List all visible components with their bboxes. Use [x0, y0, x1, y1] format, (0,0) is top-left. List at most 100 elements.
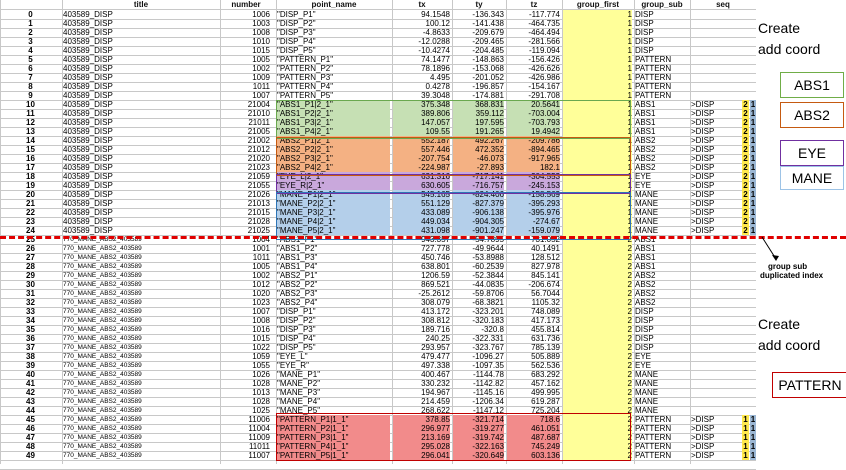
seq-cell[interactable]	[691, 82, 754, 91]
title-cell[interactable]: 770_MANE_ABS2_403589	[63, 451, 218, 460]
row-index[interactable]: 14	[1, 136, 60, 145]
ty-cell[interactable]: -141.438	[453, 19, 504, 28]
group-sub-cell[interactable]: PATTERN	[635, 415, 688, 424]
title-cell[interactable]: 770_MANE_ABS2_403589	[63, 307, 218, 316]
point-name-cell[interactable]: "DISP_P2"	[277, 316, 390, 325]
group-first-cell[interactable]: 2	[563, 379, 632, 388]
number-cell[interactable]: 1011	[221, 82, 270, 91]
row-index[interactable]: 5	[1, 55, 60, 64]
group-first-cell[interactable]: 2	[563, 271, 632, 280]
ty-cell[interactable]: -49.9644	[453, 244, 504, 253]
tz-cell[interactable]: 1105.32	[507, 298, 560, 307]
ty-cell[interactable]: -153.068	[453, 64, 504, 73]
tx-cell[interactable]: 330.232	[393, 379, 450, 388]
column-header[interactable]	[0, 0, 62, 9]
group-sub-cell[interactable]: PATTERN	[635, 91, 688, 100]
number-cell[interactable]: 11007	[221, 451, 270, 460]
group-sub-cell[interactable]: MANE	[635, 208, 688, 217]
point-name-cell[interactable]: "ABS2_P3"	[277, 289, 390, 298]
column-header[interactable]: tx	[392, 0, 452, 9]
number-cell[interactable]: 11006	[221, 415, 270, 424]
seq-cell[interactable]	[691, 298, 754, 307]
row-index[interactable]: 2	[1, 28, 60, 37]
number-cell[interactable]: 1005	[221, 55, 270, 64]
table-row[interactable]: 39 770_MANE_ABS2_403589 1055 "EYE_R" 497.338…	[0, 361, 756, 370]
seq-cell[interactable]	[691, 316, 754, 325]
tz-cell[interactable]: 631.736	[507, 334, 560, 343]
number-cell[interactable]: 1008	[221, 316, 270, 325]
number-cell[interactable]: 21002	[221, 136, 270, 145]
title-cell[interactable]: 403589_DISP	[63, 127, 218, 136]
tx-cell[interactable]: -25.2612	[393, 289, 450, 298]
row-index[interactable]: 21	[1, 199, 60, 208]
seq-cell[interactable]	[691, 37, 754, 46]
group-sub-cell[interactable]: ABS1	[635, 118, 688, 127]
seq-cell[interactable]	[691, 46, 754, 55]
table-row[interactable]: 34 770_MANE_ABS2_403589 1008 "DISP_P2" 308.8…	[0, 316, 756, 325]
table-row[interactable]: 33 770_MANE_ABS2_403589 1007 "DISP_P1" 413.1…	[0, 307, 756, 316]
title-cell[interactable]: 770_MANE_ABS2_403589	[63, 316, 218, 325]
number-cell[interactable]: 21004	[221, 100, 270, 109]
point-name-cell[interactable]: "ABS2_P2"	[277, 280, 390, 289]
group-first-cell[interactable]: 2	[563, 361, 632, 370]
table-row[interactable]: 36 770_MANE_ABS2_403589 1015 "DISP_P4" 240.2…	[0, 334, 756, 343]
group-sub-cell[interactable]: ABS2	[635, 280, 688, 289]
title-cell[interactable]: 403589_DISP	[63, 181, 218, 190]
tx-cell[interactable]: 100.12	[393, 19, 450, 28]
tz-cell[interactable]: -156.426	[507, 55, 560, 64]
row-index[interactable]: 30	[1, 280, 60, 289]
tz-cell[interactable]: -281.566	[507, 37, 560, 46]
tx-cell[interactable]: 74.1477	[393, 55, 450, 64]
number-cell[interactable]: 21020	[221, 154, 270, 163]
seq-cell[interactable]	[691, 19, 754, 28]
number-cell[interactable]: 1055	[221, 361, 270, 370]
title-cell[interactable]: 403589_DISP	[63, 73, 218, 82]
row-index[interactable]: 3	[1, 37, 60, 46]
group-sub-cell[interactable]: MANE	[635, 217, 688, 226]
title-cell[interactable]: 770_MANE_ABS2_403589	[63, 379, 218, 388]
table-row[interactable]: 35 770_MANE_ABS2_403589 1016 "DISP_P3" 189.7…	[0, 325, 756, 334]
title-cell[interactable]: 770_MANE_ABS2_403589	[63, 361, 218, 370]
row-index[interactable]: 43	[1, 397, 60, 406]
group-sub-cell[interactable]: ABS2	[635, 145, 688, 154]
group-sub-cell[interactable]: PATTERN	[635, 55, 688, 64]
group-sub-cell[interactable]: ABS1	[635, 100, 688, 109]
title-cell[interactable]: 770_MANE_ABS2_403589	[63, 298, 218, 307]
tx-cell[interactable]: -12.0288	[393, 37, 450, 46]
table-row[interactable]: 8 403589_DISP 1011 "PATTERN_P4" 0.4278 -196.8…	[0, 82, 756, 91]
table-row[interactable]: 26 770_MANE_ABS2_403589 1001 "ABS1_P2" 727.7…	[0, 244, 756, 253]
group-sub-cell[interactable]: MANE	[635, 199, 688, 208]
group-first-cell[interactable]: 2	[563, 334, 632, 343]
row-index[interactable]: 9	[1, 91, 60, 100]
ty-cell[interactable]: -323.767	[453, 343, 504, 352]
title-cell[interactable]: 403589_DISP	[63, 226, 218, 235]
ty-cell[interactable]: -136.343	[453, 10, 504, 19]
point-name-cell[interactable]: "DISP_P1"	[277, 10, 390, 19]
tx-cell[interactable]: 0.4278	[393, 82, 450, 91]
number-cell[interactable]: 1012	[221, 280, 270, 289]
ty-cell[interactable]: -44.0835	[453, 280, 504, 289]
row-index[interactable]: 13	[1, 127, 60, 136]
table-row[interactable]: 2 403589_DISP 1008 "DISP_P3" -4.8633 -209.679…	[0, 28, 756, 37]
ty-cell[interactable]: -52.3844	[453, 271, 504, 280]
group-first-cell[interactable]: 2	[563, 352, 632, 361]
tz-cell[interactable]: -426.626	[507, 64, 560, 73]
ty-cell[interactable]: -1096.27	[453, 352, 504, 361]
title-cell[interactable]: 770_MANE_ABS2_403589	[63, 352, 218, 361]
tz-cell[interactable]: -154.167	[507, 82, 560, 91]
table-row[interactable]: 32 770_MANE_ABS2_403589 1023 "ABS2_P4" 308.0…	[0, 298, 756, 307]
number-cell[interactable]: 1059	[221, 352, 270, 361]
number-cell[interactable]: 1016	[221, 325, 270, 334]
number-cell[interactable]: 1011	[221, 253, 270, 262]
number-cell[interactable]: 1015	[221, 46, 270, 55]
title-cell[interactable]: 403589_DISP	[63, 10, 218, 19]
group-first-cell[interactable]: 1	[563, 55, 632, 64]
row-index[interactable]: 34	[1, 316, 60, 325]
column-header[interactable]: group_first	[562, 0, 634, 9]
group-sub-cell[interactable]: ABS1	[635, 244, 688, 253]
title-cell[interactable]: 403589_DISP	[63, 109, 218, 118]
title-cell[interactable]: 770_MANE_ABS2_403589	[63, 442, 218, 451]
row-index[interactable]: 36	[1, 334, 60, 343]
title-cell[interactable]: 770_MANE_ABS2_403589	[63, 289, 218, 298]
seq-cell[interactable]	[691, 406, 754, 415]
